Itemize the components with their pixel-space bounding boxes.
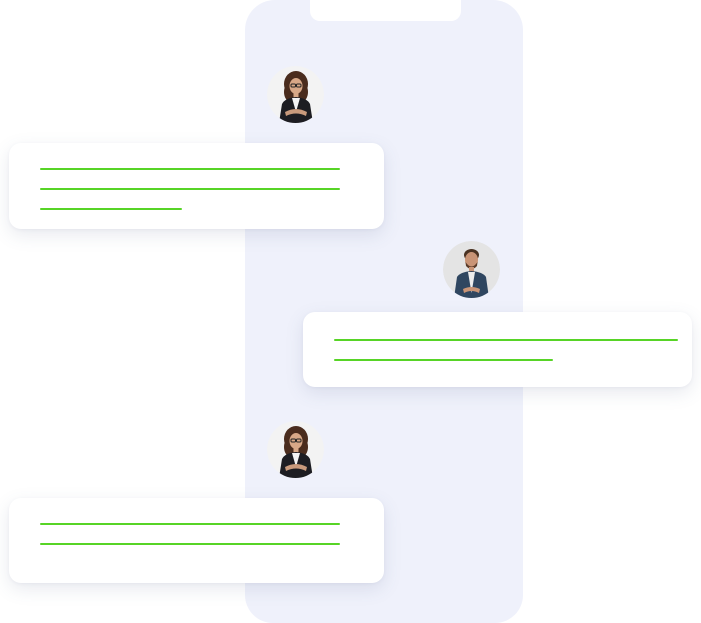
man-avatar-icon bbox=[443, 241, 500, 298]
message-text-line bbox=[334, 359, 553, 361]
message-text-line bbox=[40, 523, 340, 525]
message-bubble-3 bbox=[9, 498, 384, 583]
phone-notch bbox=[310, 0, 461, 21]
message-text-line bbox=[40, 543, 340, 545]
man-avatar bbox=[443, 241, 500, 298]
woman-avatar-icon bbox=[267, 421, 324, 478]
message-text-line bbox=[40, 208, 182, 210]
message-text-line bbox=[40, 168, 340, 170]
woman-avatar bbox=[267, 421, 324, 478]
message-text-line bbox=[40, 188, 340, 190]
woman-avatar bbox=[267, 66, 324, 123]
message-bubble-2 bbox=[303, 312, 692, 387]
message-bubble-1 bbox=[9, 143, 384, 229]
woman-avatar-icon bbox=[267, 66, 324, 123]
message-text-line bbox=[334, 339, 678, 341]
